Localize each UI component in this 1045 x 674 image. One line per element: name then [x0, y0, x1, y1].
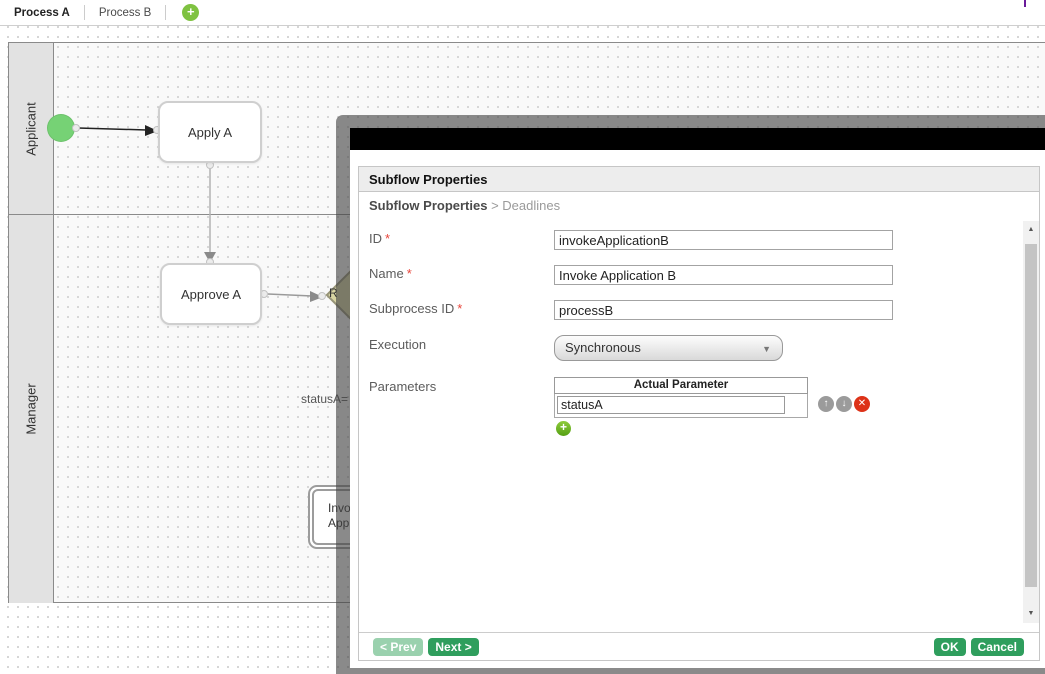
cursor-artifact [1024, 0, 1026, 7]
breadcrumb-current: Subflow Properties [369, 198, 487, 213]
ok-button[interactable]: OK [934, 638, 966, 656]
subprocess-id-field[interactable] [554, 300, 893, 320]
move-down-button[interactable]: ↓ [836, 396, 852, 412]
task-label: Approve A [181, 287, 241, 302]
required-marker: * [457, 301, 462, 316]
dialog-header: Subflow Properties [359, 167, 1039, 192]
down-arrow-icon: ↓ [842, 398, 847, 409]
move-up-button[interactable]: ↑ [818, 396, 834, 412]
cancel-button[interactable]: Cancel [971, 638, 1024, 656]
tab-separator [165, 5, 166, 20]
up-arrow-icon: ↑ [824, 398, 829, 409]
plus-icon: + [187, 4, 195, 19]
connection-handle[interactable] [72, 124, 80, 132]
parameters-label: Parameters [369, 379, 436, 394]
scroll-up-icon[interactable]: ▲ [1023, 223, 1039, 237]
subprocess-id-label: Subprocess ID* [369, 301, 462, 316]
plus-icon: + [560, 420, 567, 434]
dialog-footer: < Prev Next > OK Cancel [359, 632, 1039, 660]
required-marker: * [385, 231, 390, 246]
id-label: ID* [369, 231, 390, 246]
dialog-panel: Subflow Properties Subflow Properties > … [358, 166, 1040, 661]
lane-label: Applicant [24, 102, 39, 155]
tab-process-b[interactable]: Process B [85, 7, 165, 19]
dialog-title-bar[interactable] [350, 128, 1045, 150]
required-marker: * [407, 266, 412, 281]
next-button[interactable]: Next > [428, 638, 478, 656]
task-label: Apply A [188, 125, 232, 140]
lane-label: Manager [24, 383, 39, 434]
parameter-row [554, 394, 808, 418]
chevron-down-icon: ▼ [762, 336, 771, 362]
delete-icon: ✕ [858, 398, 866, 409]
task-apply-a[interactable]: Apply A [158, 101, 262, 163]
bpmn-editor-screen: Process A Process B + Applicant Manager [0, 0, 1045, 674]
id-field[interactable] [554, 230, 893, 250]
execution-select[interactable]: Synchronous ▼ [554, 335, 783, 361]
name-label: Name* [369, 266, 412, 281]
execution-label: Execution [369, 337, 426, 352]
scroll-down-icon[interactable]: ▼ [1023, 607, 1039, 621]
connection-handle[interactable] [318, 292, 326, 300]
tab-process-a[interactable]: Process A [0, 7, 84, 19]
dialog-body: Subflow Properties Subflow Properties > … [350, 150, 1045, 668]
delete-parameter-button[interactable]: ✕ [854, 396, 870, 412]
parameters-table-header: Actual Parameter [554, 377, 808, 394]
start-event-node[interactable] [47, 114, 75, 142]
breadcrumb-page-deadlines[interactable]: Deadlines [502, 198, 560, 213]
lane-header-manager[interactable]: Manager [9, 215, 54, 603]
prev-button[interactable]: < Prev [373, 638, 423, 656]
add-parameter-button[interactable]: + [556, 421, 571, 436]
add-process-button[interactable]: + [182, 4, 199, 21]
execution-selected-value: Synchronous [565, 340, 641, 355]
task-approve-a[interactable]: Approve A [160, 263, 262, 325]
parameters-table: Actual Parameter [554, 377, 808, 418]
dialog-scrollbar[interactable]: ▲ ▼ [1023, 221, 1039, 623]
process-tab-bar: Process A Process B + [0, 0, 1045, 26]
subflow-properties-dialog: Subflow Properties Subflow Properties > … [336, 115, 1045, 674]
scrollbar-thumb[interactable] [1025, 244, 1037, 587]
breadcrumb-separator: > [487, 198, 502, 213]
dialog-title: Subflow Properties [369, 172, 487, 187]
parameter-value-field[interactable] [557, 396, 785, 414]
breadcrumb: Subflow Properties > Deadlines [369, 198, 560, 213]
name-field[interactable] [554, 265, 893, 285]
